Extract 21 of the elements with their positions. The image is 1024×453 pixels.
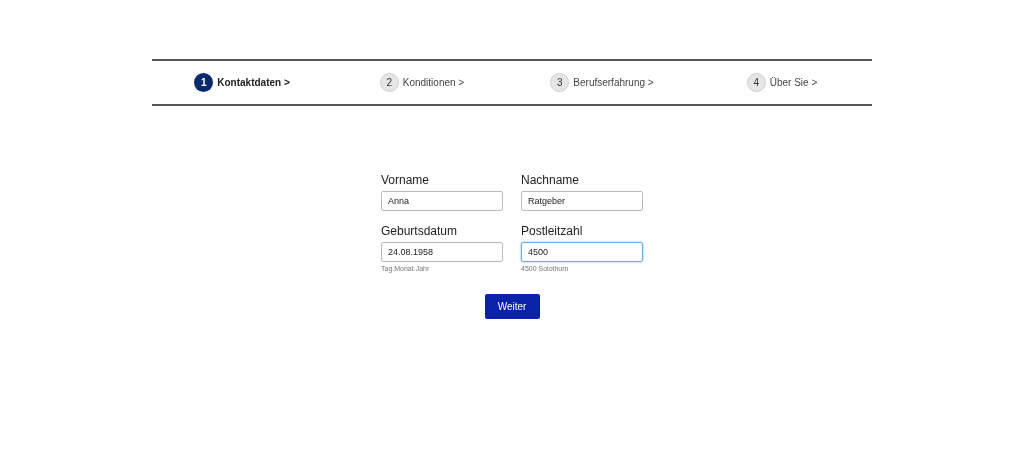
step-number: 4 <box>746 73 766 92</box>
field-label: Postleitzahl <box>521 223 584 239</box>
step-tab[interactable]: 2 Konditionen > <box>332 73 512 92</box>
step-label: Kontaktdaten > <box>217 76 290 90</box>
input-field[interactable]: 4500 <box>521 242 643 262</box>
step-tab[interactable]: 3 Berufserfahrung > <box>512 73 692 92</box>
step-number: 1 <box>194 73 214 92</box>
field-label: Nachname <box>521 172 581 188</box>
field-label: Vorname <box>381 172 431 188</box>
step-number: 2 <box>379 73 399 92</box>
field-label: Geburtsdatum <box>381 223 459 239</box>
step-number: 3 <box>550 73 570 92</box>
step-tab[interactable]: 4 Über Sie > <box>692 73 872 92</box>
submit-button[interactable]: Weiter <box>484 294 540 319</box>
input-field[interactable]: Ratgeber <box>521 191 643 211</box>
step-label: Über Sie > <box>769 76 818 90</box>
step-label: Berufserfahrung > <box>573 76 654 90</box>
input-field[interactable]: 24.08.1958 <box>381 242 503 262</box>
step-label: Konditionen > <box>402 76 465 90</box>
step-tab[interactable]: 1 Kontaktdaten > <box>152 73 332 92</box>
input-field[interactable]: Anna <box>381 191 503 211</box>
